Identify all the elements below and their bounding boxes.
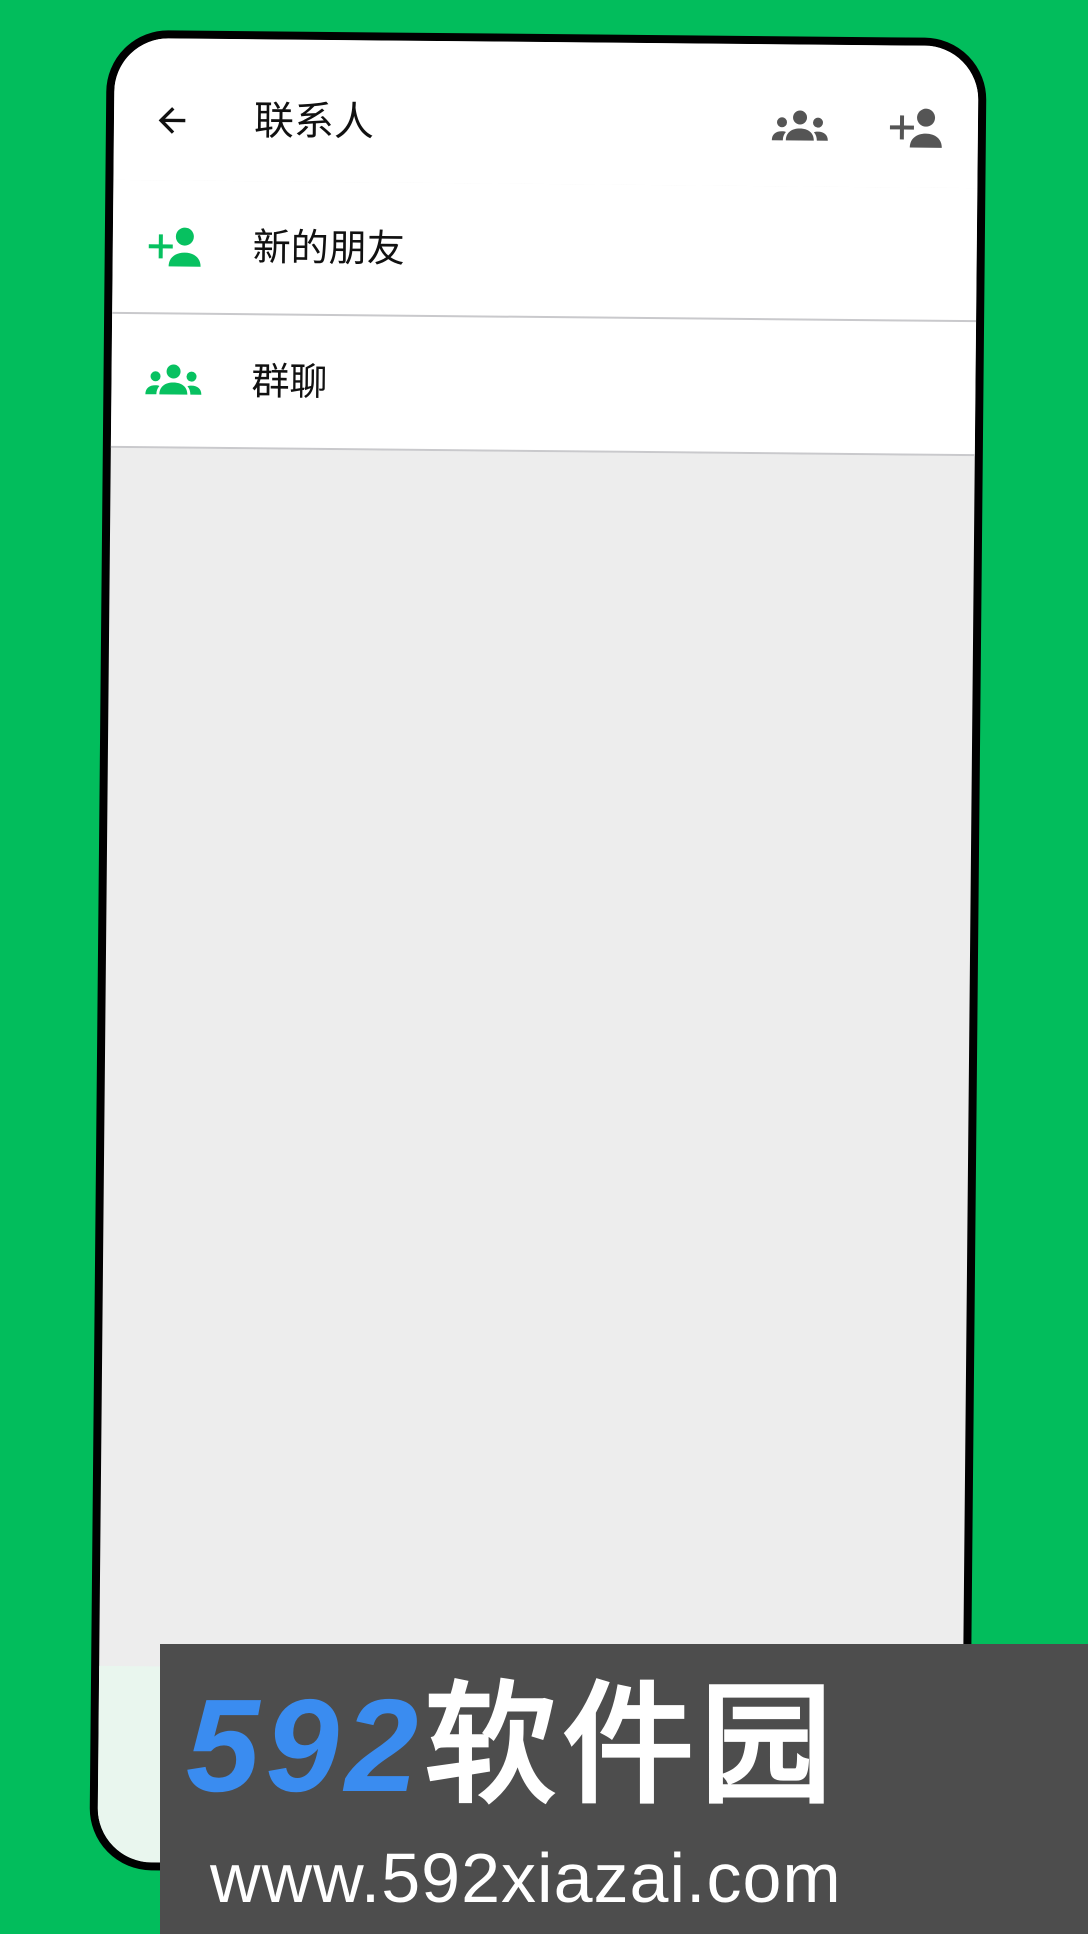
watermark-logo: 592软件园 [186,1676,838,1816]
person-add-icon [148,227,201,267]
add-contact-button[interactable] [884,103,948,152]
group-icon [145,364,202,395]
top-bar: 联系人 [113,37,979,189]
watermark-number: 592 [186,1672,425,1819]
person-add-icon [889,108,942,148]
watermark-banner: 592软件园 www.592xiazai.com [160,1644,1088,1934]
list-item-label: 群聊 [251,359,328,404]
group-button[interactable] [768,102,832,151]
arrow-left-icon [158,107,186,134]
back-button[interactable] [148,96,196,144]
watermark-url: www.592xiazai.com [210,1839,842,1917]
list-item-label: 新的朋友 [252,225,405,271]
page-title: 联系人 [253,98,375,146]
list-item-group-chats[interactable]: 群聊 [110,313,977,457]
contacts-list: 新的朋友 群聊 [110,179,978,457]
phone-frame: 联系人 新的朋友 群聊 [89,29,987,1879]
watermark-text: 软件园 [424,1672,839,1819]
group-icon [771,110,828,141]
list-item-new-friends[interactable]: 新的朋友 [112,179,978,323]
